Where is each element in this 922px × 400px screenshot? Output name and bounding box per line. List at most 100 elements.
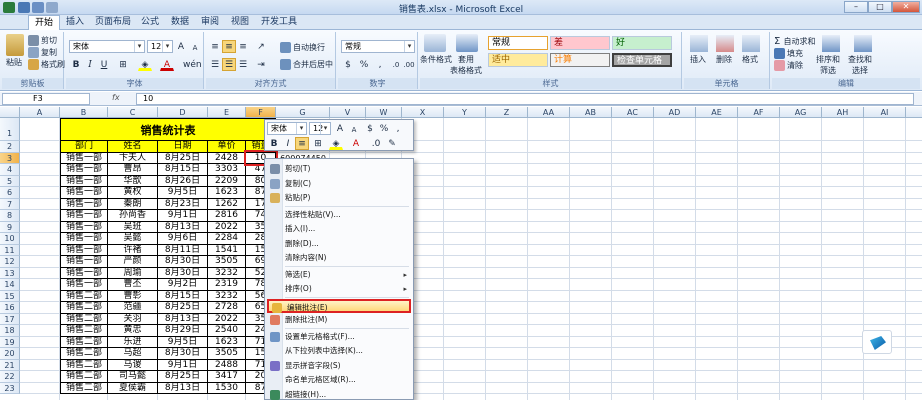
formula-input[interactable]: 10 bbox=[136, 93, 914, 105]
tab-review[interactable]: 审阅 bbox=[195, 15, 225, 30]
tab-view[interactable]: 视图 bbox=[225, 15, 255, 30]
table-cell[interactable]: 2816 bbox=[208, 210, 246, 222]
menu-item-13[interactable]: 显示拼音字段(S) bbox=[267, 359, 411, 373]
tab-page-layout[interactable]: 页面布局 bbox=[89, 15, 137, 30]
table-cell[interactable]: 销售一部 bbox=[60, 164, 108, 176]
row-header[interactable]: 18 bbox=[0, 325, 20, 337]
merge-center-button[interactable]: 合并后居中 bbox=[280, 59, 333, 70]
table-cell[interactable]: 销售一部 bbox=[60, 233, 108, 245]
style-calculation[interactable]: 计算 bbox=[550, 53, 610, 67]
table-cell[interactable]: 孙尚香 bbox=[108, 210, 158, 222]
row-header[interactable]: 6 bbox=[0, 187, 20, 199]
table-cell[interactable]: 销售二部 bbox=[60, 290, 108, 302]
insert-cells-button[interactable]: 插入 bbox=[690, 54, 706, 65]
table-cell[interactable]: 9月5日 bbox=[158, 187, 208, 199]
table-cell[interactable]: 8月13日 bbox=[158, 313, 208, 325]
row-header[interactable]: 20 bbox=[0, 348, 20, 360]
table-cell[interactable]: 8月25日 bbox=[158, 152, 208, 164]
mini-font-size[interactable]: 12 ▾ bbox=[309, 122, 331, 135]
table-cell[interactable]: 1623 bbox=[208, 187, 246, 199]
column-header[interactable]: W bbox=[366, 107, 402, 118]
table-cell[interactable]: 3417 bbox=[208, 371, 246, 383]
row-header[interactable]: 10 bbox=[0, 233, 20, 245]
menu-item-1[interactable]: 复制(C) bbox=[267, 177, 411, 191]
table-cell[interactable]: 吴懿 bbox=[108, 233, 158, 245]
row-header[interactable]: 12 bbox=[0, 256, 20, 268]
menu-item-5[interactable]: 删除(D)... bbox=[267, 237, 411, 251]
comma-button[interactable]: , bbox=[373, 58, 387, 71]
table-cell[interactable]: 销售一部 bbox=[60, 256, 108, 268]
wrap-text-button[interactable]: 自动换行 bbox=[280, 42, 325, 53]
table-cell[interactable]: 曹丕 bbox=[108, 279, 158, 291]
column-header[interactable]: AB bbox=[570, 107, 612, 118]
align-bottom-button[interactable]: ≡ bbox=[236, 40, 250, 53]
clear-button[interactable]: 清除 bbox=[774, 60, 803, 71]
table-cell[interactable]: 销售一部 bbox=[60, 152, 108, 164]
menu-item-14[interactable]: 命名单元格区域(R)... bbox=[267, 373, 411, 387]
column-header[interactable]: AF bbox=[738, 107, 780, 118]
table-cell[interactable]: 2319 bbox=[208, 279, 246, 291]
align-center-button[interactable]: ☰ bbox=[222, 58, 236, 71]
table-cell[interactable]: 卞夫人 bbox=[108, 152, 158, 164]
column-header[interactable]: F bbox=[246, 107, 276, 118]
row-header[interactable]: 3 bbox=[0, 152, 20, 164]
table-cell[interactable]: 乐进 bbox=[108, 336, 158, 348]
mini-shrink-font-button[interactable]: A bbox=[347, 123, 361, 136]
paste-icon[interactable] bbox=[6, 34, 24, 56]
table-cell[interactable]: 曹彰 bbox=[108, 290, 158, 302]
column-header[interactable]: E bbox=[208, 107, 246, 118]
row-header[interactable]: 7 bbox=[0, 198, 20, 210]
worksheet-grid[interactable]: ABCDEFGVWXYZAAABACADAEAFAGAHAIAJ12345678… bbox=[0, 107, 922, 400]
table-cell[interactable]: 销售二部 bbox=[60, 382, 108, 394]
tab-insert[interactable]: 插入 bbox=[60, 15, 90, 30]
font-color-button[interactable]: A bbox=[160, 58, 174, 71]
menu-item-10[interactable]: 删除批注(M) bbox=[267, 313, 411, 327]
table-cell[interactable]: 3232 bbox=[208, 290, 246, 302]
format-cells-icon[interactable] bbox=[742, 35, 760, 52]
menu-item-4[interactable]: 插入(I)... bbox=[267, 222, 411, 236]
bold-button[interactable]: B bbox=[69, 58, 83, 71]
conditional-format-button[interactable]: 条件格式 bbox=[420, 54, 452, 65]
tab-home[interactable]: 开始 bbox=[28, 15, 61, 30]
row-header[interactable]: 9 bbox=[0, 221, 20, 233]
style-check-cell[interactable]: 检查单元格 bbox=[612, 53, 672, 67]
table-cell[interactable]: 销售一部 bbox=[60, 244, 108, 256]
row-header[interactable]: 23 bbox=[0, 382, 20, 394]
tab-data[interactable]: 数据 bbox=[165, 15, 195, 30]
table-cell[interactable]: 马谡 bbox=[108, 359, 158, 371]
table-cell[interactable]: 销售二部 bbox=[60, 325, 108, 337]
autosum-button[interactable]: Σ 自动求和 bbox=[774, 36, 816, 47]
table-cell[interactable]: 销售一部 bbox=[60, 198, 108, 210]
mini-center-button[interactable]: ≡ bbox=[295, 137, 309, 150]
shrink-font-button[interactable]: A bbox=[188, 41, 202, 54]
column-header[interactable]: B bbox=[60, 107, 108, 118]
table-cell[interactable]: 9月2日 bbox=[158, 279, 208, 291]
table-cell[interactable]: 1623 bbox=[208, 336, 246, 348]
row-header[interactable]: 8 bbox=[0, 210, 20, 222]
increase-decimal-button[interactable]: .0 bbox=[389, 58, 403, 71]
table-header-cell[interactable]: 单价 bbox=[208, 141, 246, 153]
delete-cells-icon[interactable] bbox=[716, 35, 734, 52]
style-normal[interactable]: 常规 bbox=[488, 36, 548, 50]
menu-item-2[interactable]: 粘贴(P) bbox=[267, 191, 411, 205]
table-cell[interactable]: 销售一部 bbox=[60, 279, 108, 291]
table-format-button[interactable]: 套用 表格格式 bbox=[450, 54, 482, 76]
table-cell[interactable]: 8月11日 bbox=[158, 244, 208, 256]
column-header[interactable]: Y bbox=[444, 107, 486, 118]
table-cell[interactable]: 销售二部 bbox=[60, 336, 108, 348]
column-header[interactable]: X bbox=[402, 107, 444, 118]
column-header[interactable]: A bbox=[20, 107, 60, 118]
delete-cells-button[interactable]: 删除 bbox=[716, 54, 732, 65]
table-cell[interactable]: 8月13日 bbox=[158, 221, 208, 233]
table-cell[interactable]: 9月5日 bbox=[158, 336, 208, 348]
insert-cells-icon[interactable] bbox=[690, 35, 708, 52]
column-header[interactable]: AD bbox=[654, 107, 696, 118]
grow-font-button[interactable]: A bbox=[174, 40, 188, 53]
table-cell[interactable]: 范疆 bbox=[108, 302, 158, 314]
table-header-cell[interactable]: 姓名 bbox=[108, 141, 158, 153]
column-header[interactable]: AG bbox=[780, 107, 822, 118]
align-middle-button[interactable]: ≡ bbox=[222, 40, 236, 53]
row-header[interactable]: 1 bbox=[0, 118, 20, 141]
indent-button[interactable]: ⇥ bbox=[254, 58, 268, 71]
mini-currency-button[interactable]: $ bbox=[363, 122, 377, 135]
